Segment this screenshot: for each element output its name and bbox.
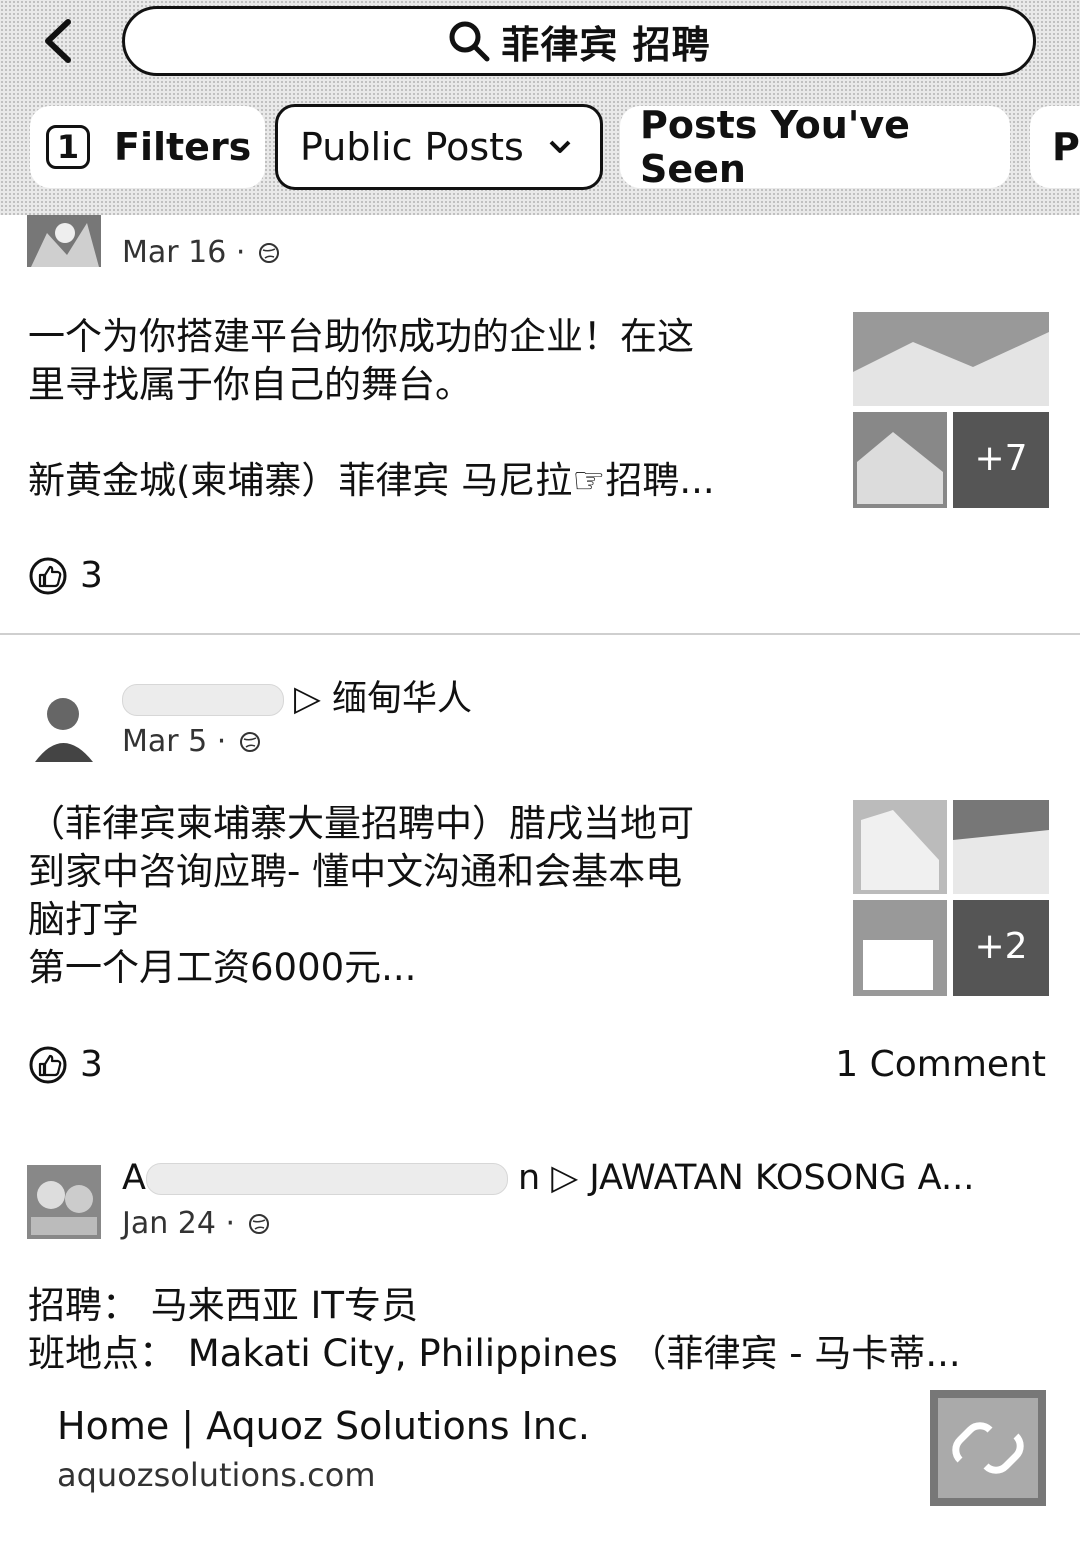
filter-count-badge: 1 [46, 125, 90, 169]
link-preview-url[interactable]: aquozsolutions.com [57, 1456, 375, 1494]
like-count[interactable]: 3 [28, 555, 103, 596]
search-query: 菲律宾 招聘 [501, 22, 711, 67]
chevron-down-icon [549, 140, 571, 153]
filters-label: Filters [114, 125, 252, 169]
post-image-grid[interactable]: +2 [853, 800, 1049, 996]
post-date: Mar 16 · [122, 235, 281, 270]
author-line[interactable]: ▷ 缅甸华人 [122, 670, 472, 721]
next-chip-label: P [1052, 125, 1080, 169]
link-preview-thumbnail[interactable] [930, 1390, 1046, 1506]
globe-icon [259, 242, 280, 263]
post-divider [0, 633, 1080, 635]
post-text: （菲律宾柬埔寨大量招聘中）腊戌当地可 到家中咨询应聘- 懂中文沟通和会基本电 脑… [28, 802, 694, 989]
filters-chip[interactable]: 1 Filters [30, 106, 265, 188]
globe-icon [240, 731, 261, 752]
link-preview-title[interactable]: Home | Aquoz Solutions Inc. [57, 1404, 590, 1448]
post-date: Jan 24 · [122, 1206, 271, 1241]
like-icon [29, 557, 67, 594]
globe-icon [249, 1213, 270, 1234]
next-filter-chip[interactable]: P [1030, 106, 1080, 188]
back-arrow-icon[interactable] [36, 16, 86, 66]
redacted-author-name [145, 1163, 508, 1195]
filter-chips: 1 Filters Public Posts Posts You've Seen… [0, 98, 1080, 198]
search-icon [449, 21, 490, 62]
public-posts-dropdown[interactable]: Public Posts [275, 104, 603, 190]
author-avatar[interactable] [27, 1165, 101, 1239]
search-bar[interactable]: 菲律宾 招聘 [122, 6, 1036, 76]
author-avatar[interactable] [27, 688, 101, 762]
post-text: 招聘： 马来西亚 IT专员 班地点： Makati City, Philippi… [28, 1284, 961, 1375]
comment-count[interactable]: 1 Comment [835, 1044, 1046, 1085]
posts-seen-chip[interactable]: Posts You've Seen [620, 103, 1010, 191]
post-image-grid[interactable]: +7 [853, 312, 1049, 508]
post-1[interactable]: Mar 16 · 一个为你搭建平台助你成功的企业！在这 里寻找属于你自己的舞台。… [0, 215, 1080, 633]
author-avatar[interactable] [27, 215, 101, 267]
posts-seen-label: Posts You've Seen [640, 103, 910, 191]
post-text: 一个为你搭建平台助你成功的企业！在这 里寻找属于你自己的舞台。 新黄金城(柬埔寨… [28, 315, 715, 502]
author-line[interactable]: An ▷ JAWATAN KOSONG A... [122, 1158, 974, 1198]
search-header: 菲律宾 招聘 1 Filters Public Posts Posts You'… [0, 0, 1080, 215]
like-count[interactable]: 3 [28, 1044, 103, 1085]
more-images-count: +7 [974, 438, 1027, 479]
redacted-author-name [122, 684, 284, 716]
like-icon [29, 1046, 67, 1083]
more-images-count: +2 [974, 926, 1027, 967]
post-3[interactable]: An ▷ JAWATAN KOSONG A... Jan 24 · 招聘： 马来… [0, 1140, 1080, 1546]
post-date: Mar 5 · [122, 724, 262, 759]
public-posts-label: Public Posts [300, 125, 524, 169]
post-2[interactable]: ▷ 缅甸华人 Mar 5 · （菲律宾柬埔寨大量招聘中）腊戌当地可 到家中咨询应… [0, 660, 1080, 1100]
